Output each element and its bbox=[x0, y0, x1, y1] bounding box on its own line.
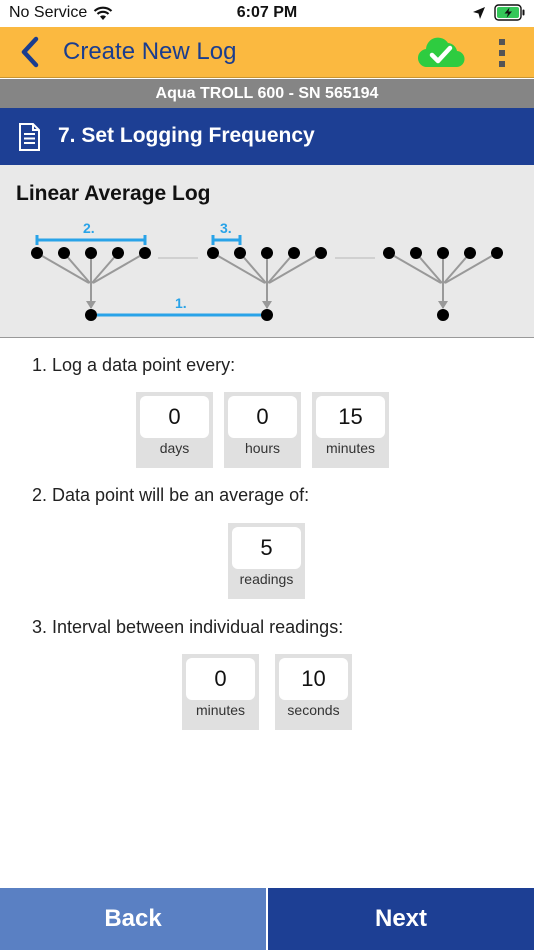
reading-interval-label: 3. Interval between individual readings: bbox=[32, 617, 344, 637]
log-interval-days[interactable]: 0 days bbox=[136, 392, 213, 468]
status-bar: No Service 6:07 PM bbox=[0, 0, 534, 27]
diagram-title: Linear Average Log bbox=[16, 182, 211, 205]
back-chevron-icon[interactable] bbox=[18, 36, 42, 68]
average-count-unit: readings bbox=[239, 571, 294, 587]
reading-interval-seconds[interactable]: 10 seconds bbox=[275, 654, 352, 730]
reading-interval-seconds-unit: seconds bbox=[287, 702, 340, 718]
back-button[interactable]: Back bbox=[0, 888, 266, 950]
log-interval-days-unit: days bbox=[159, 440, 190, 456]
log-interval-minutes-unit: minutes bbox=[325, 440, 376, 456]
reading-interval-minutes[interactable]: 0 minutes bbox=[182, 654, 259, 730]
status-right bbox=[472, 4, 526, 21]
reading-interval-seconds-value[interactable]: 10 bbox=[279, 658, 348, 700]
diagram-label-1: 1. bbox=[175, 295, 187, 311]
app-bar: Create New Log bbox=[0, 27, 534, 78]
step-header: 7. Set Logging Frequency bbox=[0, 108, 534, 165]
log-interval-hours-unit: hours bbox=[244, 440, 281, 456]
diagram-label-2: 2. bbox=[83, 220, 95, 236]
diagram-panel: Linear Average Log 2. 3. 1. bbox=[0, 165, 534, 338]
cloud-check-icon[interactable] bbox=[416, 33, 466, 71]
document-icon bbox=[19, 123, 40, 151]
log-interval-minutes-value[interactable]: 15 bbox=[316, 396, 385, 438]
more-options-icon[interactable] bbox=[490, 37, 514, 69]
next-button[interactable]: Next bbox=[268, 888, 534, 950]
average-count-value[interactable]: 5 bbox=[232, 527, 301, 569]
reading-interval-minutes-value[interactable]: 0 bbox=[186, 658, 255, 700]
log-interval-hours-value[interactable]: 0 bbox=[228, 396, 297, 438]
page-title: Create New Log bbox=[63, 38, 237, 65]
average-count-group: 5 readings bbox=[228, 523, 305, 599]
reading-interval-minutes-unit: minutes bbox=[195, 702, 246, 718]
log-interval-minutes[interactable]: 15 minutes bbox=[312, 392, 389, 468]
device-label: Aqua TROLL 600 - SN 565194 bbox=[0, 79, 534, 108]
step-title: 7. Set Logging Frequency bbox=[58, 124, 315, 147]
average-count-label: 2. Data point will be an average of: bbox=[32, 485, 310, 505]
log-interval-days-value[interactable]: 0 bbox=[140, 396, 209, 438]
log-interval-group: 0 days 0 hours 15 minutes bbox=[136, 392, 389, 468]
battery-charging-icon bbox=[494, 4, 525, 21]
clock: 6:07 PM bbox=[236, 4, 298, 21]
log-interval-hours[interactable]: 0 hours bbox=[224, 392, 301, 468]
diagram-label-3: 3. bbox=[220, 220, 232, 236]
log-interval-label: 1. Log a data point every: bbox=[32, 355, 236, 375]
average-count-readings[interactable]: 5 readings bbox=[228, 523, 305, 599]
location-arrow-icon bbox=[473, 6, 485, 19]
reading-interval-group: 0 minutes 10 seconds bbox=[182, 654, 352, 730]
